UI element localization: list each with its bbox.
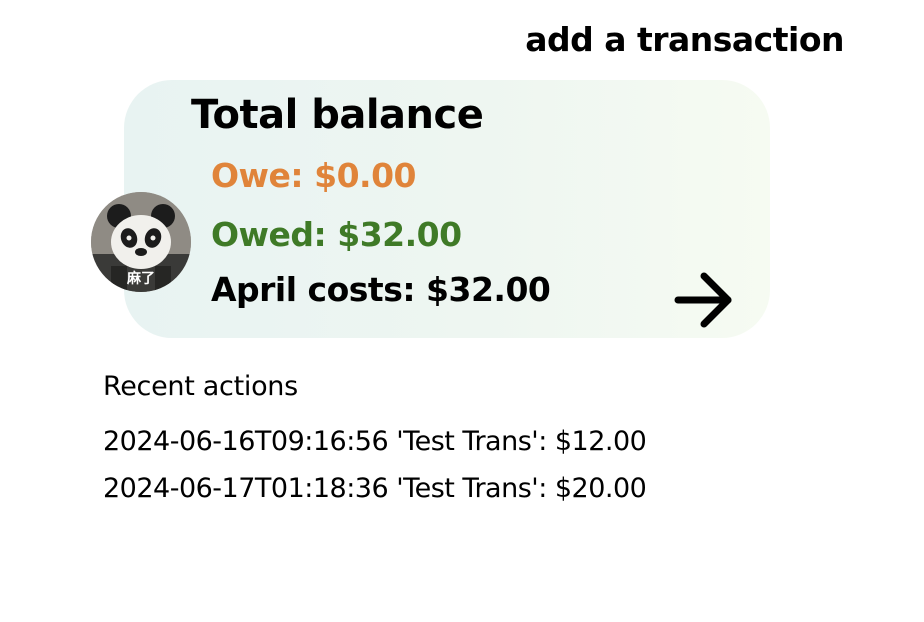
balance-title: Total balance xyxy=(191,92,484,138)
list-item: 2024-06-16T09:16:56 'Test Trans': $12.00 xyxy=(103,426,647,457)
owed-amount: Owed: $32.00 xyxy=(211,215,462,254)
recent-actions-title: Recent actions xyxy=(103,371,298,402)
add-transaction-link[interactable]: add a transaction xyxy=(525,20,844,59)
avatar-caption: 麻了 xyxy=(127,271,155,287)
month-costs: April costs: $32.00 xyxy=(211,270,551,309)
balance-card: Total balance Owe: $0.00 Owed: $32.00 Ap… xyxy=(124,80,770,338)
avatar[interactable]: 麻了 xyxy=(91,192,191,292)
list-item: 2024-06-17T01:18:36 'Test Trans': $20.00 xyxy=(103,473,647,504)
arrow-right-icon[interactable] xyxy=(672,270,736,330)
recent-actions-list: 2024-06-16T09:16:56 'Test Trans': $12.00… xyxy=(103,418,647,512)
owe-amount: Owe: $0.00 xyxy=(211,156,417,195)
